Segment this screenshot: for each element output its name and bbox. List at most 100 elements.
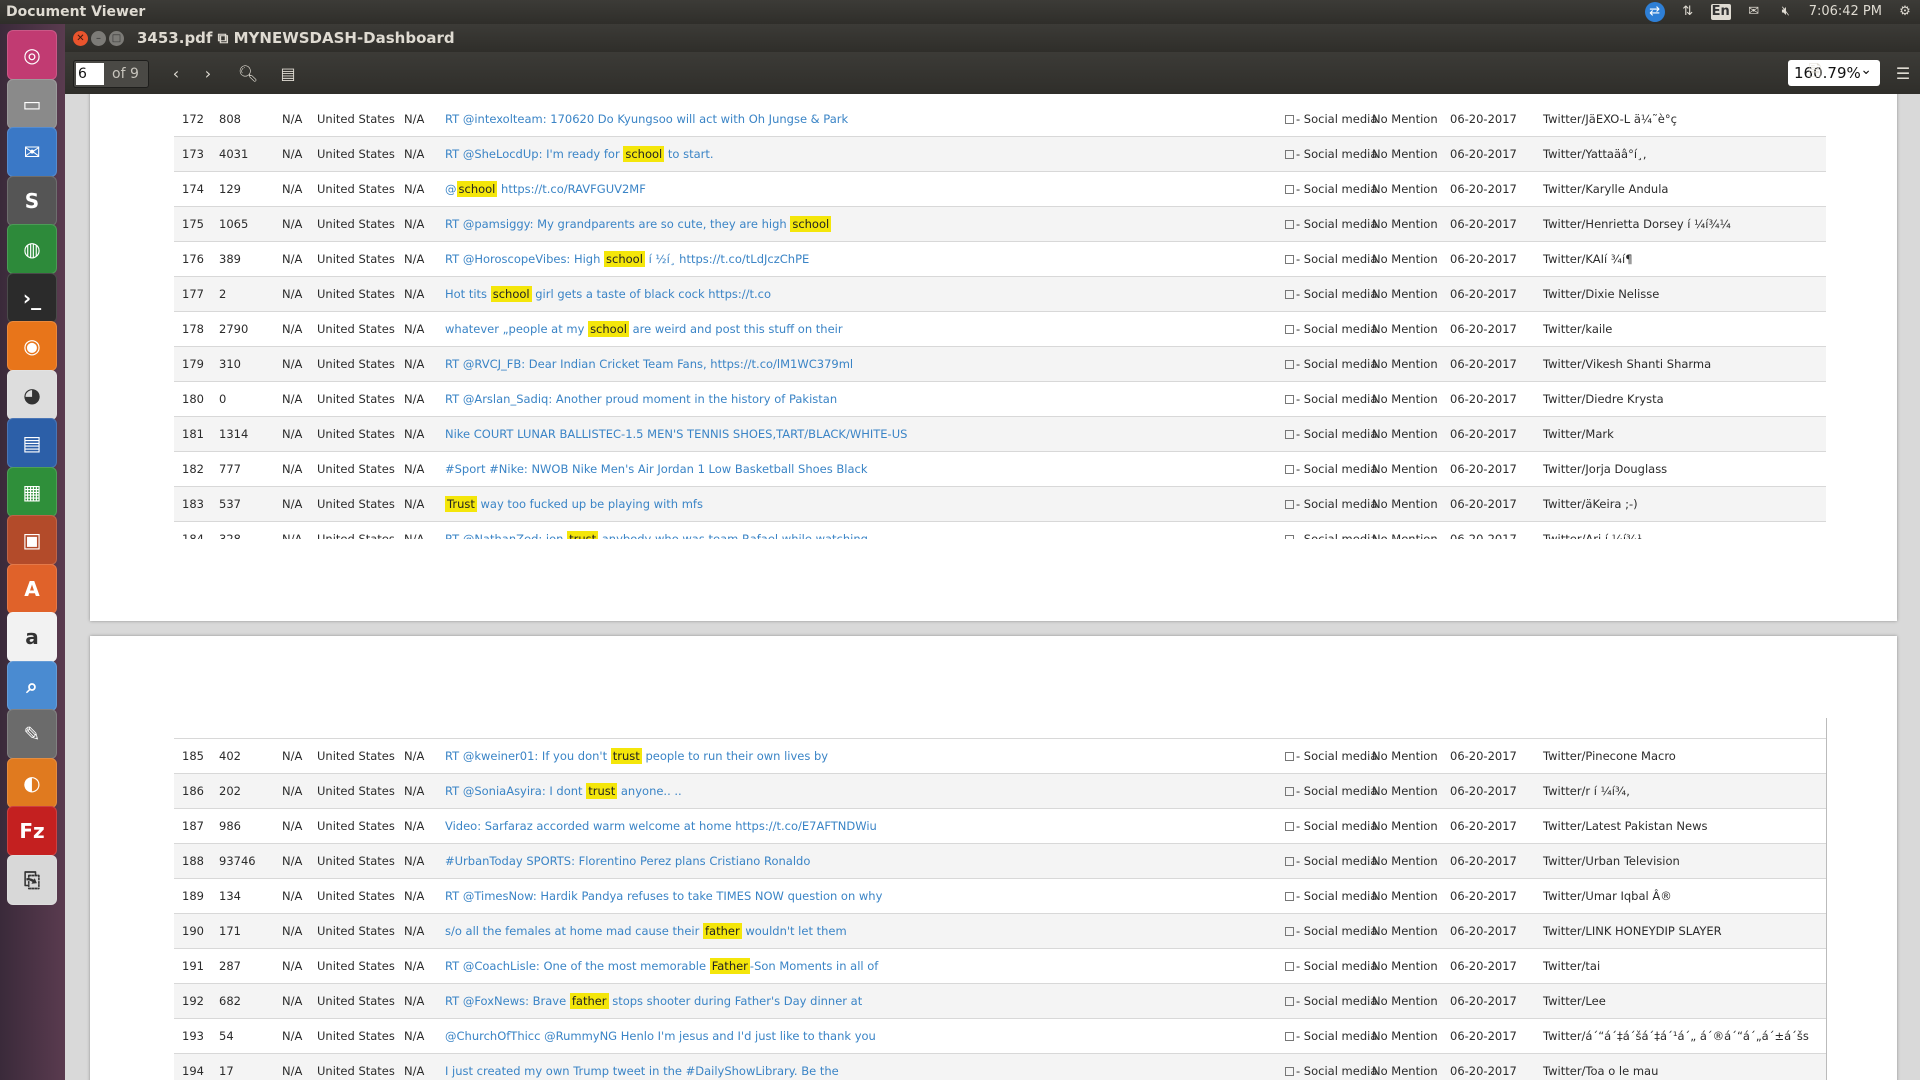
row-id: 180: [182, 392, 204, 406]
row-na: N/A: [404, 532, 425, 539]
row-count: 310: [219, 357, 241, 371]
source-type: - Social media: [1285, 252, 1377, 266]
tweet-text-part: s/o all the females at home mad cause th…: [445, 924, 703, 938]
tweet-text[interactable]: RT @intexolteam: 170620 Do Kyungsoo will…: [445, 112, 848, 126]
mention-status: No Mention: [1372, 854, 1438, 868]
tweet-text-part: RT @HoroscopeVibes: High: [445, 252, 605, 266]
row-date: 06-20-2017: [1450, 287, 1517, 301]
row-id: 173: [182, 147, 204, 161]
row-country: United States: [317, 924, 395, 938]
tweet-text-part: #UrbanToday SPORTS: Florentino Perez pla…: [445, 854, 811, 868]
launcher-software-center-icon[interactable]: A: [7, 563, 57, 614]
menu-button[interactable]: ☰: [1886, 60, 1920, 86]
row-id: 184: [182, 532, 204, 539]
launcher-document-viewer-icon[interactable]: ⎘: [7, 854, 57, 905]
row-country: United States: [317, 217, 395, 231]
tweet-text[interactable]: RT @HoroscopeVibes: High school í ½í¸ ht…: [445, 251, 809, 267]
row-id: 176: [182, 252, 204, 266]
launcher-firefox-icon[interactable]: ◉: [7, 321, 57, 371]
launcher-image-viewer-icon[interactable]: ⌕: [7, 660, 57, 711]
tweet-text[interactable]: RT @pamsiggy: My grandparents are so cut…: [445, 216, 832, 232]
tweet-text[interactable]: RT @SoniaAsyira: I dont trust anyone.. .…: [445, 783, 682, 799]
maximize-button[interactable]: □: [109, 31, 124, 46]
mention-status: No Mention: [1372, 889, 1438, 903]
clock[interactable]: 7:06:42 PM: [1809, 0, 1882, 24]
tweet-text[interactable]: RT @FoxNews: Brave father stops shooter …: [445, 993, 862, 1009]
row-count: 328: [219, 532, 241, 539]
launcher-web-globe-icon[interactable]: ◍: [7, 224, 57, 274]
launcher-calc-icon[interactable]: ▦: [7, 466, 57, 517]
launcher-thunderbird-icon[interactable]: ✉: [7, 127, 57, 177]
keyboard-layout-indicator[interactable]: En: [1710, 4, 1731, 20]
document-properties-button[interactable]: 🗎: [1798, 60, 1832, 86]
table-row: 186 202 N/A United States N/A RT @SoniaAsyira…: [174, 774, 1826, 809]
launcher-chrome-icon[interactable]: ◕: [7, 369, 57, 420]
tweet-text[interactable]: s/o all the females at home mad cause th…: [445, 923, 847, 939]
tweet-text[interactable]: I just created my own Trump tweet in the…: [445, 1064, 839, 1078]
launcher-terminal-icon[interactable]: ›_: [7, 272, 57, 323]
tweet-text[interactable]: Video: Sarfaraz accorded warm welcome at…: [445, 819, 877, 833]
mail-icon[interactable]: ✉: [1745, 4, 1763, 20]
launcher-impress-icon[interactable]: ▣: [7, 515, 57, 565]
teamviewer-icon[interactable]: ⇄: [1644, 2, 1665, 22]
row-date: 06-20-2017: [1450, 854, 1517, 868]
row-date: 06-20-2017: [1450, 392, 1517, 406]
launcher-filezilla-icon[interactable]: Fz: [7, 806, 57, 856]
annotations-button[interactable]: ▤: [271, 60, 305, 86]
tweet-text[interactable]: #Sport #Nike: NWOB Nike Men's Air Jordan…: [445, 462, 867, 476]
row-user: Twitter/tai: [1543, 959, 1601, 973]
tweet-text[interactable]: RT @RVCJ_FB: Dear Indian Cricket Team Fa…: [445, 357, 853, 371]
table-row: 188 93746 N/A United States N/A #UrbanToday S…: [174, 844, 1826, 879]
gear-icon[interactable]: ⚙: [1896, 4, 1914, 20]
previous-page-button[interactable]: ‹: [159, 60, 193, 86]
source-type: - Social media: [1285, 994, 1377, 1008]
tweet-text[interactable]: RT @CoachLisle: One of the most memorabl…: [445, 958, 878, 974]
minimize-button[interactable]: –: [91, 31, 106, 46]
search-button[interactable]: 🔍︎: [231, 60, 265, 86]
table-row: 176 389 N/A United States N/A RT @HoroscopeVi…: [174, 242, 1826, 277]
launcher-amazon-icon[interactable]: a: [7, 612, 57, 662]
mention-status: No Mention: [1372, 182, 1438, 196]
source-type: - Social media: [1285, 1064, 1377, 1078]
page-number-input[interactable]: [76, 63, 104, 85]
search-icon: 🔍︎: [237, 63, 259, 83]
tweet-text[interactable]: RT @NathanZed: ion trust anybody who was…: [445, 531, 868, 539]
launcher-sublime-text-icon[interactable]: S: [7, 175, 57, 226]
document-area[interactable]: 172 808 N/A United States N/A RT @intexolteam…: [65, 94, 1920, 1080]
tweet-text[interactable]: whatever „people at my school are weird …: [445, 321, 843, 337]
tweet-text[interactable]: RT @kweiner01: If you don't trust people…: [445, 748, 828, 764]
source-type: - Social media: [1285, 357, 1377, 371]
tweet-text[interactable]: @ChurchOfThicc @RummyNG Henlo I'm jesus …: [445, 1029, 876, 1043]
source-type: - Social media: [1285, 322, 1377, 336]
tweet-text[interactable]: RT @SheLocdUp: I'm ready for school to s…: [445, 146, 714, 162]
tweet-text[interactable]: Hot tits school girl gets a taste of bla…: [445, 286, 771, 302]
chevron-down-icon: ⌄: [1860, 62, 1872, 78]
row-user: Twitter/Pinecone Macro: [1543, 749, 1676, 763]
row-count: 2: [219, 287, 227, 301]
row-na: N/A: [404, 322, 425, 336]
tweet-text[interactable]: Nike COURT LUNAR BALLISTEC-1.5 MEN'S TEN…: [445, 427, 907, 441]
volume-muted-icon[interactable]: 🔇︎: [1777, 4, 1795, 20]
row-na: N/A: [282, 994, 303, 1008]
row-id: 179: [182, 357, 204, 371]
tweet-text-part: RT @kweiner01: If you don't: [445, 749, 611, 763]
close-button[interactable]: ✕: [73, 31, 88, 46]
tweet-text[interactable]: RT @TimesNow: Hardik Pandya refuses to t…: [445, 889, 882, 903]
table-row: 173 4031 N/A United States N/A RT @SheLocdUp:…: [174, 137, 1826, 172]
next-page-button[interactable]: ›: [191, 60, 225, 86]
row-date: 06-20-2017: [1450, 749, 1517, 763]
launcher-ubuntu-dash-icon[interactable]: ◎: [7, 30, 57, 80]
tweet-text[interactable]: #UrbanToday SPORTS: Florentino Perez pla…: [445, 854, 810, 868]
network-icon[interactable]: ⇅: [1679, 4, 1697, 20]
row-na: N/A: [404, 182, 425, 196]
tweet-text[interactable]: RT @Arslan_Sadiq: Another proud moment i…: [445, 392, 837, 406]
launcher-blender-icon[interactable]: ◐: [7, 757, 57, 808]
row-na: N/A: [282, 497, 303, 511]
launcher-settings-icon[interactable]: ✎: [7, 709, 57, 759]
tweet-text[interactable]: @ school https://t.co/RAVFGUV2MF: [445, 181, 646, 197]
row-date: 06-20-2017: [1450, 819, 1517, 833]
row-id: 191: [182, 959, 204, 973]
tweet-text[interactable]: Trust way too fucked up be playing with …: [445, 496, 703, 512]
launcher-writer-icon[interactable]: ▤: [7, 418, 57, 468]
launcher-files-icon[interactable]: ▭: [7, 78, 57, 129]
